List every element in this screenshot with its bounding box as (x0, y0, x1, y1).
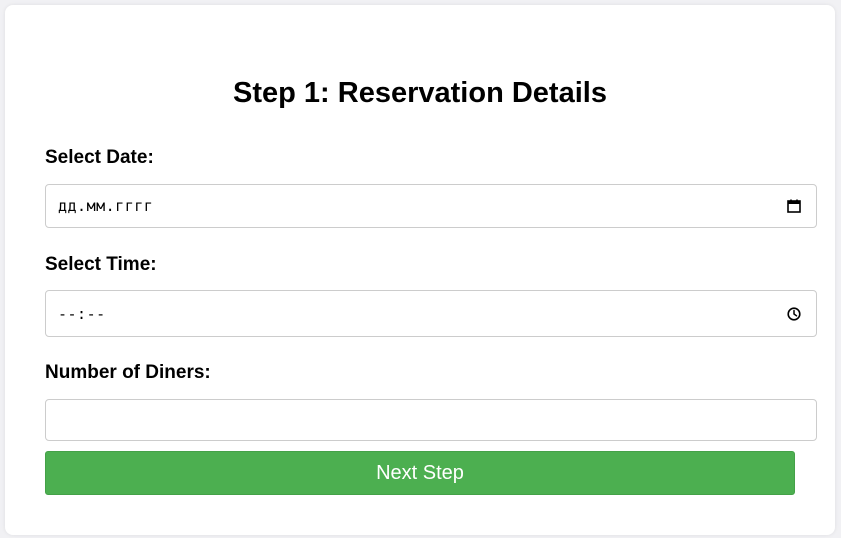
diners-input[interactable] (45, 399, 817, 441)
time-placeholder: --:-- (58, 304, 106, 323)
page-title: Step 1: Reservation Details (233, 77, 607, 109)
next-step-button[interactable]: Next Step (45, 451, 795, 495)
calendar-icon[interactable] (786, 198, 802, 214)
clock-icon[interactable] (786, 306, 802, 322)
time-input[interactable]: --:-- (45, 290, 817, 337)
time-label: Select Time: (45, 254, 157, 275)
diners-label: Number of Diners: (45, 362, 211, 383)
date-input[interactable]: дд.мм.гггг (45, 184, 817, 228)
reservation-form-card: Step 1: Reservation Details Select Date:… (5, 5, 835, 535)
date-label: Select Date: (45, 147, 154, 168)
date-placeholder: дд.мм.гггг (58, 197, 154, 215)
